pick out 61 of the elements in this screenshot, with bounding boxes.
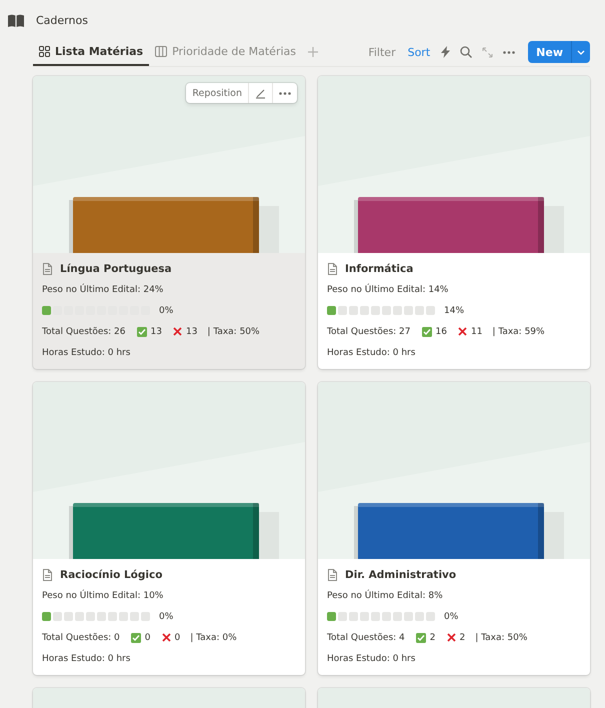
checkmark-icon	[130, 632, 141, 642]
document-icon	[42, 262, 53, 274]
new-button[interactable]: New	[528, 41, 590, 63]
document-icon	[327, 568, 338, 580]
caret-icon	[577, 50, 585, 54]
rate-text: | Taxa: 0%	[190, 632, 237, 642]
more-icon	[279, 92, 291, 94]
card-title: Dir. Administrativo	[345, 568, 456, 580]
pen-icon	[255, 88, 266, 98]
reposition-button[interactable]: Reposition	[186, 83, 248, 103]
checkmark-icon	[136, 326, 147, 336]
correct-count: 2	[430, 632, 436, 642]
rate-text: | Taxa: 59%	[492, 326, 545, 336]
cross-icon	[446, 633, 456, 642]
columns-icon	[155, 46, 168, 56]
checkmark-icon	[416, 632, 426, 642]
document-icon	[42, 568, 53, 580]
progress-reading: 14%	[444, 306, 464, 316]
wrong-count: 0	[174, 632, 180, 642]
card[interactable]: Raciocínio Lógico Peso no Último Edital: 10% 0% Total Questões: 0 0 0 | Taxa: 0% Horas Estudo: 0 hrs	[33, 382, 305, 675]
wrong-count: 13	[186, 326, 198, 336]
more-icon[interactable]	[503, 50, 516, 54]
weight-text: Peso no Último Edital: 10%	[42, 590, 164, 600]
search-icon[interactable]	[460, 46, 472, 58]
card-title: Língua Portuguesa	[60, 262, 172, 274]
total-questions: Total Questões: 27	[327, 326, 411, 336]
view-tab[interactable]: Lista Matérias	[33, 38, 150, 66]
rate-text: | Taxa: 50%	[475, 632, 528, 642]
card[interactable]: Reposition Língua Portuguesa Peso no Último Edital: 24% 0% Total Questões: 26 13 13 | Taxa: 50% Horas Estudo: 0 hrs	[33, 76, 305, 369]
weight-text: Peso no Último Edital: 14%	[327, 284, 448, 294]
progress-reading: 0%	[444, 612, 458, 622]
study-hours: Horas Estudo: 0 hrs	[327, 654, 416, 664]
study-hours: Horas Estudo: 0 hrs	[327, 348, 416, 358]
card[interactable]: Dir. Administrativo Peso no Último Edital: 8% 0% Total Questões: 4 2 2 | Taxa: 50% Horas Estudo: 0 hrs	[318, 382, 590, 675]
document-icon	[327, 262, 338, 274]
correct-count: 16	[436, 326, 447, 336]
progress-reading: 0%	[159, 612, 174, 622]
cross-icon	[458, 327, 467, 336]
progress-reading: 0%	[159, 306, 174, 316]
total-questions: Total Questões: 4	[327, 632, 405, 642]
study-hours: Horas Estudo: 0 hrs	[42, 654, 130, 664]
book-icon	[8, 14, 24, 26]
card-title: Informática	[345, 262, 414, 274]
study-hours: Horas Estudo: 0 hrs	[42, 348, 130, 358]
wrong-count: 2	[460, 632, 466, 642]
correct-count: 13	[150, 326, 162, 336]
correct-count: 0	[144, 632, 151, 642]
total-questions: Total Questões: 26	[42, 326, 126, 336]
wrong-count: 11	[470, 326, 482, 336]
gallery-icon	[39, 46, 50, 56]
card-title: Raciocínio Lógico	[60, 568, 162, 580]
rate-text: | Taxa: 50%	[207, 326, 260, 336]
weight-text: Peso no Último Edital: 24%	[42, 284, 164, 294]
page-title: Cadernos	[36, 14, 88, 26]
cross-icon	[162, 633, 171, 642]
cross-icon	[172, 327, 182, 336]
total-questions: Total Questões: 0	[42, 632, 120, 642]
card[interactable]: Informática Peso no Último Edital: 14% 14% Total Questões: 27 16 11 | Taxa: 59% Horas Estudo: 0 hrs	[318, 76, 590, 369]
checkmark-icon	[422, 326, 432, 336]
weight-text: Peso no Último Edital: 8%	[327, 590, 443, 600]
lightning-icon[interactable]	[441, 46, 450, 58]
